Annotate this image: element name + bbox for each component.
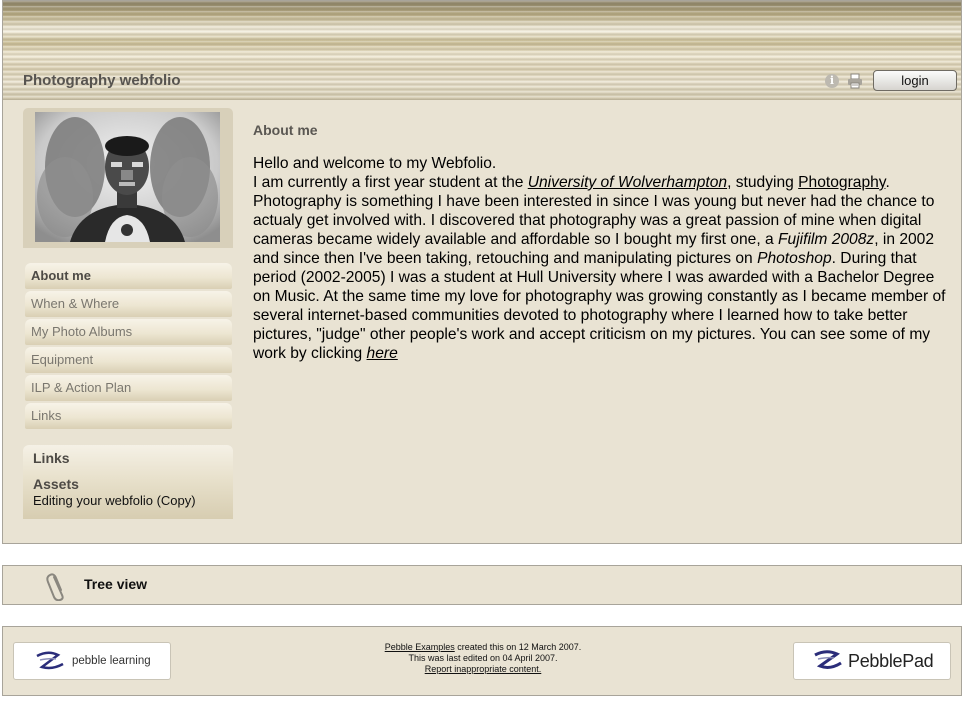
footer: pebble learning Pebble Examples created … [2,626,962,696]
pebblepad-logo[interactable]: PebblePad [793,642,951,680]
sidebar-item-links[interactable]: Links [25,403,232,429]
created-text: created this on 12 March 2007. [454,642,582,652]
pebble-learning-logo[interactable]: pebble learning [13,642,171,680]
profile-photo [35,112,220,242]
logo-text: PebblePad [848,650,934,671]
tree-view-panel: Tree view [2,565,962,605]
report-link[interactable]: Report inappropriate content. [333,664,633,675]
sidebar-item-about-me[interactable]: About me [25,263,232,289]
university-link[interactable]: University of Wolverhampton [528,174,727,191]
pebble-swirl-icon [36,651,64,670]
here-link[interactable]: here [367,345,398,362]
about-paragraph: I am currently a first year student at t… [253,173,948,363]
sidebar-nav: About me When & Where My Photo Albums Eq… [25,263,232,431]
info-icon[interactable]: i [825,73,839,88]
intro-line: Hello and welcome to my Webfolio. [253,155,497,172]
text-segment: , studying [727,174,799,191]
pebble-swirl-icon [814,650,842,669]
assets-heading: Assets [33,476,79,492]
text-segment: I am currently a first year student at t… [253,174,528,191]
paperclip-icon [46,573,64,601]
login-button[interactable]: login [873,70,957,91]
header-tools: i login [825,70,957,91]
sidebar-item-when-where[interactable]: When & Where [25,291,232,317]
links-heading: Links [33,450,70,466]
header-banner: Photography webfolio i login [3,1,961,100]
tree-view-link[interactable]: Tree view [84,576,147,592]
print-icon[interactable] [847,73,863,89]
software-name: Photoshop [757,250,832,267]
author-link[interactable]: Pebble Examples [385,642,455,652]
sidebar-item-ilp-action-plan[interactable]: ILP & Action Plan [25,375,232,401]
created-line: Pebble Examples created this on 12 March… [333,642,633,653]
portrait-image [35,112,220,242]
logo-text: pebble learning [72,655,151,667]
links-panel: Links Assets Editing your webfolio (Copy… [23,445,233,519]
sidebar-item-photo-albums[interactable]: My Photo Albums [25,319,232,345]
content-body: Hello and welcome to my Webfolio. I am c… [253,154,948,363]
page-title: About me [253,122,318,138]
profile-photo-frame [23,108,233,248]
photography-link[interactable]: Photography [798,174,885,191]
asset-link[interactable]: Editing your webfolio (Copy) [33,493,223,508]
main-content: About me Hello and welcome to my Webfoli… [253,122,948,363]
camera-name: Fujifilm 2008z [778,231,875,248]
edited-line: This was last edited on 04 April 2007. [408,653,558,663]
webfolio-page: Photography webfolio i login About me Wh… [2,0,962,544]
footer-info: Pebble Examples created this on 12 March… [333,642,633,675]
sidebar-item-equipment[interactable]: Equipment [25,347,232,373]
site-title: Photography webfolio [23,72,181,89]
